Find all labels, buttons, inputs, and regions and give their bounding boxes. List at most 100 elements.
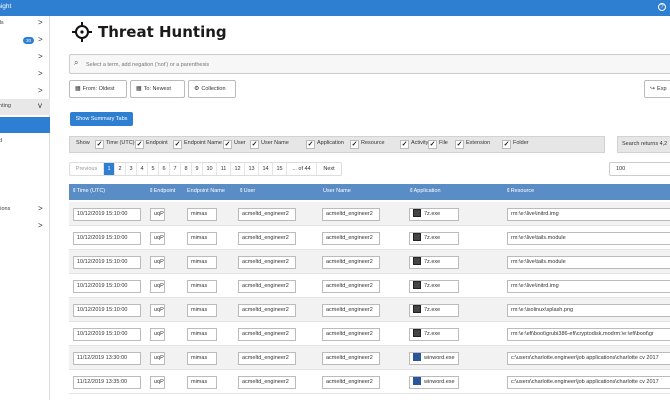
column-header[interactable]: Endpoint Name [187,188,225,194]
endpoint-name-cell[interactable]: mimas [187,328,217,341]
time-cell[interactable]: 11/12/2019 13:30:00 [73,352,141,365]
time-cell[interactable]: 10/12/2019 15:10:00 [73,328,141,341]
column-toggle[interactable]: ✓ Folder [502,140,529,149]
resource-cell[interactable]: rm:\e:\efi\boot\grubi386-efi\cryptodisk.… [507,328,670,341]
checkbox-checked-icon[interactable]: ✓ [350,140,359,149]
page-number-button[interactable]: 13 [245,163,259,175]
user-cell[interactable]: acmeltd_engineer2 [238,376,296,389]
time-cell[interactable]: 10/12/2019 15:10:00 [73,232,141,245]
page-number-button[interactable]: 6 [159,163,170,175]
user-cell[interactable]: acmeltd_engineer2 [238,280,296,293]
sidebar-item[interactable]: > [0,84,50,100]
page-number-button[interactable]: 9 [192,163,203,175]
to-date-button[interactable]: ▦ To: Newest [130,80,185,98]
table-row[interactable]: 10/12/2019 15:10:00 uqP mimas acmeltd_engin… [69,322,670,346]
user-cell[interactable]: acmeltd_engineer2 [238,208,296,221]
next-page-button[interactable]: Next [317,163,341,175]
page-number-button[interactable]: 8 [181,163,192,175]
endpoint-name-cell[interactable]: mimas [187,232,217,245]
user-name-cell[interactable]: acmeltd_engineer2 [322,376,380,389]
search-input[interactable] [86,59,586,70]
previous-page-button[interactable]: Previous [70,163,104,175]
column-toggle[interactable]: ✓ Endpoint Name [173,140,222,149]
user-name-cell[interactable]: acmeltd_engineer2 [322,256,380,269]
table-row[interactable]: 10/12/2019 15:10:00 uqP mimas acmeltd_engin… [69,298,670,322]
sidebar-item[interactable] [0,168,50,184]
endpoint-name-cell[interactable]: mimas [187,376,217,389]
column-toggle[interactable]: ✓ Endpoint [135,140,168,149]
sidebar-item[interactable]: s [0,185,50,201]
resource-cell[interactable]: c:\users\charlotte.engineer\job applicat… [507,376,670,389]
resource-cell[interactable]: c:\users\charlotte.engineer\job applicat… [507,352,670,365]
user-name-cell[interactable]: acmeltd_engineer2 [322,304,380,317]
endpoint-name-cell[interactable]: mimas [187,280,217,293]
application-cell[interactable]: 7z.exe [409,328,459,341]
endpoint-name-cell[interactable]: mimas [187,304,217,317]
page-number-button[interactable]: 3 [126,163,137,175]
sidebar-item[interactable]: ctions > [0,202,50,218]
search-bar[interactable]: ⌕ [69,54,670,74]
page-number-button[interactable]: 12 [231,163,245,175]
from-date-button[interactable]: ▦ From: Oldest [69,80,127,98]
help-icon[interactable]: ? [658,3,666,11]
checkbox-checked-icon[interactable]: ✓ [428,140,437,149]
endpoint-cell[interactable]: uqP [150,208,165,221]
endpoint-cell[interactable]: uqP [150,376,165,389]
page-number-button[interactable]: 11 [217,163,231,175]
checkbox-checked-icon[interactable]: ✓ [223,140,232,149]
collection-button[interactable]: ⚙ Collection [188,80,236,98]
column-header[interactable]: ⇕Endpoint [149,188,175,194]
sidebar-item[interactable]: 30 > [0,33,50,49]
endpoint-cell[interactable]: uqP [150,232,165,245]
endpoint-name-cell[interactable]: mimas [187,256,217,269]
application-cell[interactable]: 7z.exe [409,208,459,221]
time-cell[interactable]: 10/12/2019 15:10:00 [73,304,141,317]
sidebar-item[interactable]: unting v [0,99,50,115]
column-toggle[interactable]: ✓ Activity [400,140,428,149]
page-number-button[interactable]: 1 [104,163,115,175]
sidebar-item[interactable]: ed [0,134,50,150]
checkbox-checked-icon[interactable]: ✓ [400,140,409,149]
user-cell[interactable]: acmeltd_engineer2 [238,352,296,365]
endpoint-name-cell[interactable]: mimas [187,208,217,221]
column-toggle[interactable]: ✓ File [428,140,448,149]
checkbox-checked-icon[interactable]: ✓ [306,140,315,149]
endpoint-cell[interactable]: uqP [150,256,165,269]
application-cell[interactable]: 7z.exe [409,256,459,269]
application-cell[interactable]: winword.exe [409,376,459,389]
checkbox-checked-icon[interactable]: ✓ [455,140,464,149]
column-header[interactable]: ⇕Time (UTC) [72,188,105,194]
time-cell[interactable]: 10/12/2019 15:10:00 [73,280,141,293]
table-row[interactable]: 10/12/2019 15:10:00 uqP mimas acmeltd_engin… [69,274,670,298]
page-number-button[interactable]: 5 [148,163,159,175]
sidebar-item[interactable] [0,117,50,133]
page-number-button[interactable]: 15 [273,163,287,175]
column-toggle[interactable]: ✓ Time (UTC) [95,140,135,149]
user-cell[interactable]: acmeltd_engineer2 [238,328,296,341]
user-name-cell[interactable]: acmeltd_engineer2 [322,208,380,221]
endpoint-name-cell[interactable]: mimas [187,352,217,365]
resource-cell[interactable]: rm:\e:\live\initrd.img [507,280,670,293]
time-cell[interactable]: 10/12/2019 15:10:00 [73,256,141,269]
endpoint-cell[interactable]: uqP [150,352,165,365]
column-toggle[interactable]: ✓ User [223,140,246,149]
user-name-cell[interactable]: acmeltd_engineer2 [322,352,380,365]
resource-cell[interactable]: rm:\e:\live\initrd.img [507,208,670,221]
column-header[interactable]: User Name [323,188,351,194]
table-row[interactable]: 10/12/2019 15:10:00 uqP mimas acmeltd_engin… [69,202,670,226]
column-header[interactable]: ⇕Resource [506,188,534,194]
user-cell[interactable]: acmeltd_engineer2 [238,256,296,269]
resource-cell[interactable]: rm:\e:\isolinux\splash.png [507,304,670,317]
user-name-cell[interactable]: acmeltd_engineer2 [322,232,380,245]
user-cell[interactable]: acmeltd_engineer2 [238,304,296,317]
column-toggle[interactable]: ✓ Resource [350,140,385,149]
time-cell[interactable]: 11/12/2019 13:35:00 [73,376,141,389]
show-summary-tabs-button[interactable]: Show Summary Tabs [70,112,133,126]
endpoint-cell[interactable]: uqP [150,328,165,341]
sidebar-item[interactable] [0,151,50,167]
time-cell[interactable]: 10/12/2019 15:10:00 [73,208,141,221]
sidebar-item[interactable]: > [0,67,50,83]
checkbox-checked-icon[interactable]: ✓ [250,140,259,149]
checkbox-checked-icon[interactable]: ✓ [173,140,182,149]
column-toggle[interactable]: ✓ Application [306,140,344,149]
